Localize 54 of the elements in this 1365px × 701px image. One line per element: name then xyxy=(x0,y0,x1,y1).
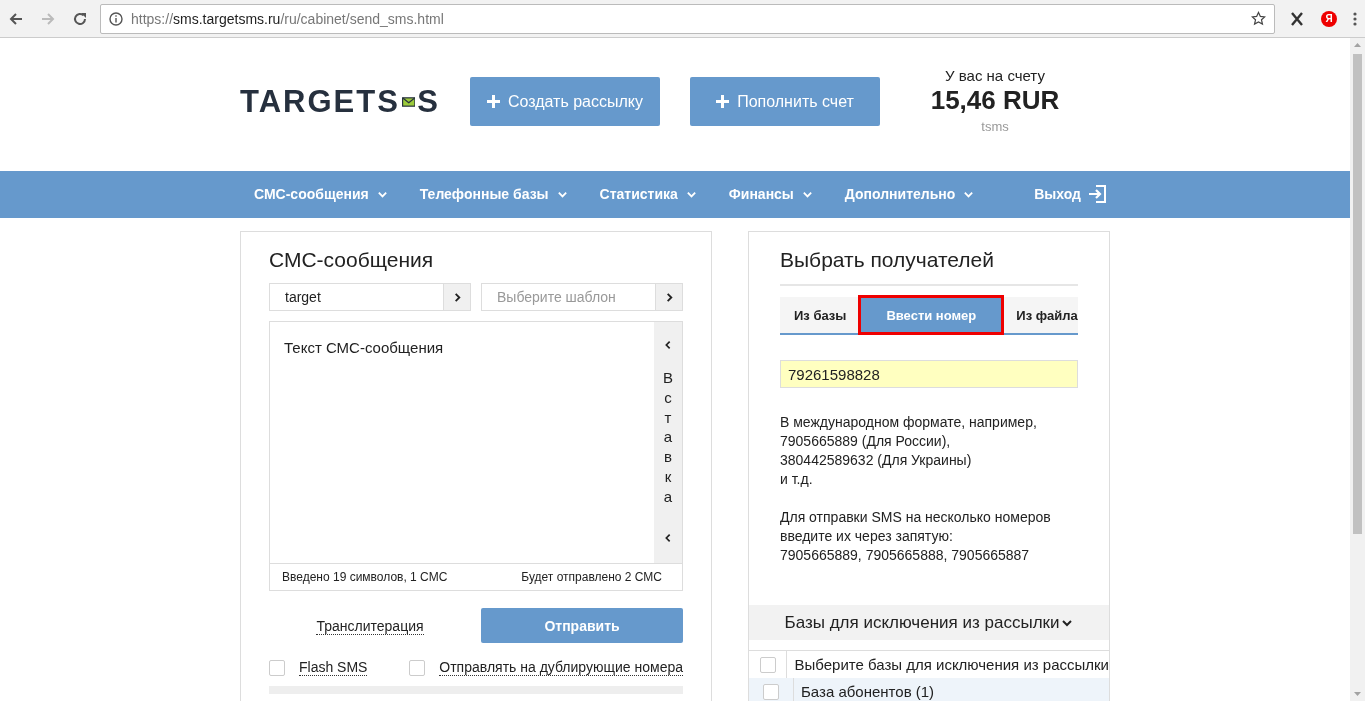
phone-field[interactable]: 79261598828 xyxy=(780,360,1078,388)
menu-icon[interactable] xyxy=(1353,10,1357,27)
nav-menu-item[interactable]: СМС-сообщения xyxy=(254,186,388,203)
logo-text: S xyxy=(417,84,440,121)
template-field[interactable]: Выберите шаблон xyxy=(481,283,655,311)
tab[interactable]: Из файла xyxy=(1002,297,1092,333)
option-label: Flash SMS xyxy=(299,659,368,676)
chevron-button[interactable] xyxy=(655,283,683,311)
info-icon xyxy=(109,11,123,26)
checkbox[interactable] xyxy=(759,656,776,673)
exclusion-label: База абонентов (1) xyxy=(800,682,935,701)
balance-amount: 15,46 RUR xyxy=(930,85,1060,117)
nav-menu-item[interactable]: Статистика xyxy=(599,186,697,203)
send-count: Будет отправлено 2 СМС xyxy=(521,570,662,584)
extension-icon[interactable] xyxy=(1289,10,1305,27)
typed-count: Введено 19 символов, 1 СМС xyxy=(282,570,448,584)
help-text: Для отправки SMS на несколько номеров введите их через запятую: 7905665889, 7905665888, 7905665887 xyxy=(780,508,1052,565)
yandex-badge[interactable]: Я xyxy=(1321,10,1337,27)
top-up-button[interactable]: Пополнить счет xyxy=(690,77,880,127)
insert-panel[interactable]: Вставка xyxy=(654,322,682,563)
create-mailing-button[interactable]: Создать рассылку xyxy=(470,77,660,127)
tab[interactable]: Ввести номер xyxy=(860,297,1003,333)
help-text: В международном формате, например, 7905665889 (Для России), 380442589632 (Для Украины) и т.д. xyxy=(780,413,1038,489)
checkbox[interactable] xyxy=(763,683,779,700)
logo-text: TARGETS xyxy=(240,84,400,121)
exclusion-label: Выберите базы для исключения из рассылки xyxy=(793,655,1109,675)
send-button[interactable]: Отправить xyxy=(481,608,683,643)
insert-label: Вставка xyxy=(663,368,673,507)
checkbox[interactable] xyxy=(269,659,285,676)
sender-field[interactable]: target xyxy=(269,283,443,311)
nav-menu-item[interactable]: Финансы xyxy=(728,186,813,203)
chevron-left-icon xyxy=(663,340,673,350)
url-text: https://sms.targetsms.ru/ru/cabinet/send_sms.html xyxy=(131,10,445,27)
panel-title: СМС-сообщения xyxy=(269,247,435,273)
back-icon[interactable] xyxy=(8,10,24,27)
plus-icon xyxy=(716,95,730,109)
chevron-button[interactable] xyxy=(443,283,471,311)
tab[interactable]: Из базы xyxy=(780,297,861,333)
option-label: Отправлять на дублирующие номера xyxy=(439,659,683,676)
balance-unit: tsms xyxy=(981,119,1009,135)
exclusions-header[interactable]: Базы для исключения из рассылки xyxy=(749,605,1109,640)
checkbox[interactable] xyxy=(409,659,426,676)
chevron-left-icon xyxy=(663,533,673,543)
plus-icon xyxy=(486,95,500,109)
balance-label: У вас на счету xyxy=(945,67,1045,85)
panel-title: Выбрать получателей xyxy=(780,246,1078,286)
nav-menu-item[interactable]: Дополнительно xyxy=(844,186,975,203)
exit-icon xyxy=(1089,185,1106,204)
star-icon[interactable] xyxy=(1251,11,1266,26)
address-bar[interactable]: https://sms.targetsms.ru/ru/cabinet/send_sms.html xyxy=(100,3,1275,34)
reload-icon[interactable] xyxy=(72,10,88,27)
nav-menu-item[interactable]: Телефонные базы xyxy=(419,186,568,203)
transliteration-link[interactable]: Транслитерация xyxy=(316,617,424,635)
logout-link[interactable]: Выход xyxy=(1034,185,1106,204)
